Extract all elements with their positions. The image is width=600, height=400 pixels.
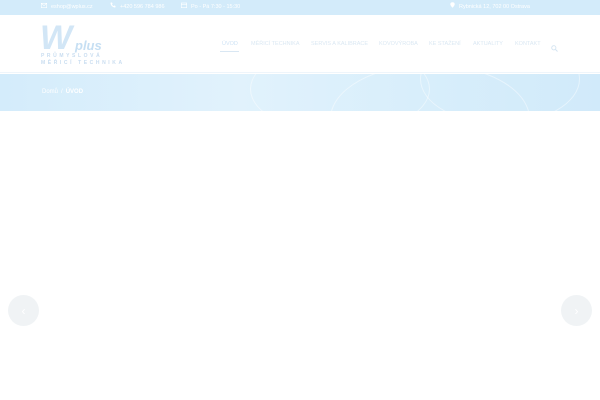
top-info-bar: eshop@wplus.cz +420 596 784 986 Po - Pá … [0, 0, 600, 15]
envelope-icon [41, 0, 48, 15]
breadcrumb-separator: / [61, 89, 63, 95]
map-pin-icon [450, 0, 455, 15]
breadcrumb-home-link[interactable]: Domů [42, 87, 58, 97]
email-contact[interactable]: eshop@wplus.cz [41, 0, 93, 15]
main-navigation: ÚVOD MĚŘICÍ TECHNIKA SERVIS A KALIBRACE … [0, 15, 600, 73]
slider-prev-button[interactable]: ‹ [8, 295, 39, 326]
hours-text: Po - Pá 7:30 - 15:30 [191, 4, 241, 10]
slider-next-button[interactable]: › [561, 295, 592, 326]
nav-item-aktuality[interactable]: AKTUALITY [473, 39, 503, 49]
phone-icon [110, 0, 116, 15]
nav-item-merici-technika[interactable]: MĚŘICÍ TECHNIKA [251, 39, 300, 49]
breadcrumb-current: ÚVOD [65, 89, 84, 95]
chevron-right-icon: › [574, 303, 579, 318]
opening-hours: Po - Pá 7:30 - 15:30 [181, 0, 240, 15]
address-contact[interactable]: Rybnická 12, 702 00 Ostrava [450, 0, 530, 15]
phone-text: +420 596 784 986 [120, 4, 165, 10]
breadcrumb-banner: Domů / ÚVOD [0, 74, 600, 111]
page: eshop@wplus.cz +420 596 784 986 Po - Pá … [0, 0, 600, 400]
nav-active-indicator [220, 51, 239, 52]
nav-item-ke-stazeni[interactable]: KE STAŽENÍ [429, 39, 461, 49]
nav-item-kontakt[interactable]: KONTAKT [515, 39, 541, 49]
search-icon[interactable] [551, 39, 559, 52]
phone-contact[interactable]: +420 596 784 986 [110, 0, 165, 15]
hero-slider: ‹ › [0, 111, 600, 400]
address-text: Rybnická 12, 702 00 Ostrava [459, 4, 530, 10]
nav-item-servis-a-kalibrace[interactable]: SERVIS A KALIBRACE [311, 39, 368, 49]
calendar-icon [181, 0, 188, 15]
banner-decoration [420, 74, 580, 111]
breadcrumb: Domů / ÚVOD [42, 87, 83, 97]
chevron-left-icon: ‹ [21, 303, 26, 318]
email-text: eshop@wplus.cz [51, 4, 93, 10]
nav-item-kovovyroba[interactable]: KOVOVÝROBA [379, 39, 418, 49]
site-header: W plus PRŮMYSLOVÁ MĚŘICÍ TECHNIKA ÚVOD M… [0, 15, 600, 73]
nav-item-uvod[interactable]: ÚVOD [222, 39, 238, 49]
